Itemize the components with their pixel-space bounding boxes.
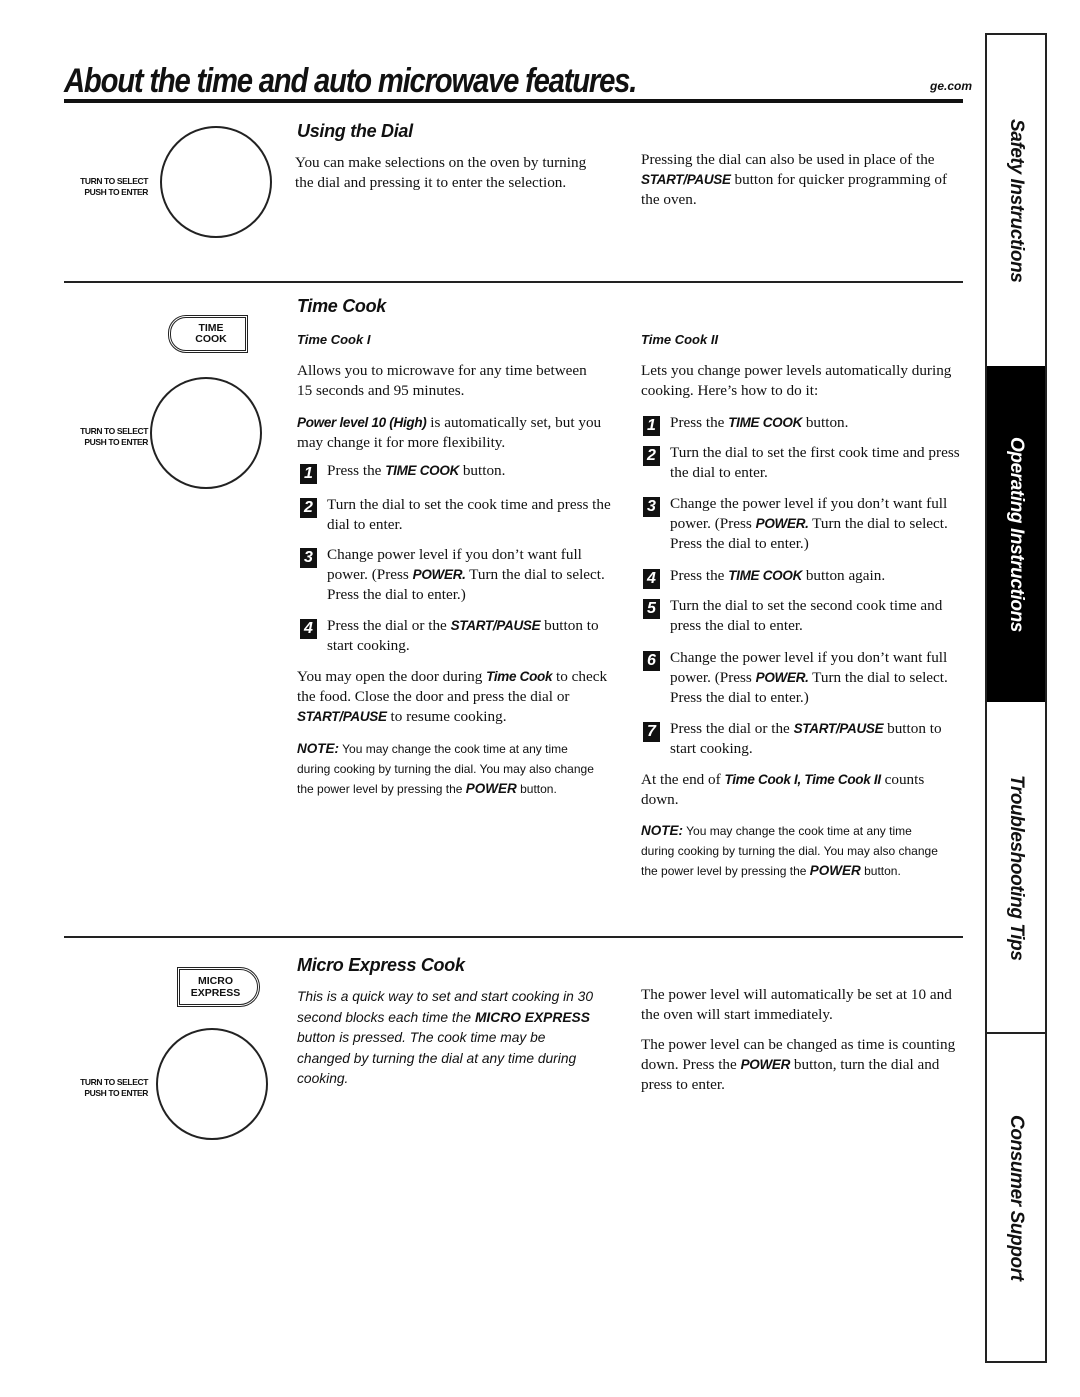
using-dial-right-text: Pressing the dial can also be used in pl… <box>641 151 948 208</box>
step-number: 2 <box>300 498 317 518</box>
using-dial-left-text: You can make selections on the oven by t… <box>295 154 587 191</box>
time-cook-1-step: 3 Change power level if you don’t want f… <box>300 545 622 605</box>
step-number: 4 <box>300 619 317 639</box>
time-cook-2-end-text: At the end of Time Cook I, Time Cook II … <box>641 771 925 808</box>
time-cook-2-step: 3 Change the power level if you don’t wa… <box>643 494 965 554</box>
site-url-label: ge.com <box>930 79 973 93</box>
time-cook-2-heading: Time Cook II <box>641 332 719 347</box>
dial-label-turn: TURN TO SELECT <box>80 176 148 186</box>
time-cook-2-step: 4 Press the TIME COOK button again. <box>643 566 963 589</box>
time-cook-1-heading: Time Cook I <box>297 332 371 347</box>
section-divider <box>64 936 963 938</box>
step-number: 2 <box>643 446 660 466</box>
tab-consumer-support[interactable]: Consumer Support <box>987 1034 1045 1361</box>
micro-express-description: This is a quick way to set and start coo… <box>297 989 594 1086</box>
step-number: 4 <box>643 569 660 589</box>
step-number: 6 <box>643 651 660 671</box>
time-cook-1-step: 4 Press the dial or the START/PAUSE butt… <box>300 616 620 656</box>
time-cook-1-step: 1 Press the TIME COOK button. <box>300 461 620 484</box>
title-divider <box>64 99 963 103</box>
step-number: 1 <box>300 464 317 484</box>
time-cook-1-door-text: You may open the door during Time Cook t… <box>297 668 608 725</box>
time-cook-2-note: NOTE: You may change the cook time at an… <box>641 823 938 878</box>
step-number: 7 <box>643 722 660 742</box>
step-number: 3 <box>643 497 660 517</box>
step-number: 3 <box>300 548 317 568</box>
time-cook-1-power: Power level 10 (High) is automatically s… <box>297 414 602 451</box>
tab-troubleshooting-tips[interactable]: Troubleshooting Tips <box>987 702 1045 1033</box>
micro-express-change-text: The power level can be changed as time i… <box>641 1036 956 1093</box>
micro-express-heading: Micro Express Cook <box>297 955 465 975</box>
dial-illustration <box>156 1028 268 1140</box>
time-cook-2-step: 1 Press the TIME COOK button. <box>643 413 963 436</box>
dial-label: TURN TO SELECT PUSH TO ENTER <box>80 1077 148 1098</box>
dial-illustration <box>150 377 262 489</box>
using-dial-heading: Using the Dial <box>297 121 413 141</box>
time-cook-heading: Time Cook <box>297 296 386 316</box>
section-divider <box>64 281 963 283</box>
step-number: 5 <box>643 599 660 619</box>
tab-operating-instructions[interactable]: Operating Instructions <box>987 366 1045 702</box>
dial-label: TURN TO SELECT PUSH TO ENTER <box>80 426 148 447</box>
dial-label: TURN TO SELECT PUSH TO ENTER <box>72 176 148 198</box>
time-cook-2-step: 5 Turn the dial to set the second cook t… <box>643 596 963 636</box>
micro-express-button-illustration: MICRO EXPRESS <box>177 967 260 1007</box>
time-cook-2-intro: Lets you change power levels automatical… <box>641 362 952 399</box>
time-cook-button-illustration: TIME COOK <box>168 315 248 353</box>
section-tabs: Safety Instructions Operating Instructio… <box>985 33 1047 1363</box>
step-number: 1 <box>643 416 660 436</box>
time-cook-1-note: NOTE: You may change the cook time at an… <box>297 741 594 796</box>
tab-safety-instructions[interactable]: Safety Instructions <box>987 35 1045 366</box>
micro-express-power-text: The power level will automatically be se… <box>641 986 952 1023</box>
time-cook-2-step: 2 Turn the dial to set the first cook ti… <box>643 443 963 483</box>
time-cook-1-intro: Allows you to microwave for any time bet… <box>297 362 587 399</box>
time-cook-1-step: 2 Turn the dial to set the cook time and… <box>300 495 620 535</box>
dial-label-push: PUSH TO ENTER <box>84 187 148 197</box>
start-pause-term: START/PAUSE <box>641 172 731 187</box>
time-cook-2-step: 6 Change the power level if you don’t wa… <box>643 648 965 708</box>
page-title: About the time and auto microwave featur… <box>64 62 637 100</box>
dial-illustration <box>160 126 272 238</box>
time-cook-2-step: 7 Press the dial or the START/PAUSE butt… <box>643 719 963 759</box>
